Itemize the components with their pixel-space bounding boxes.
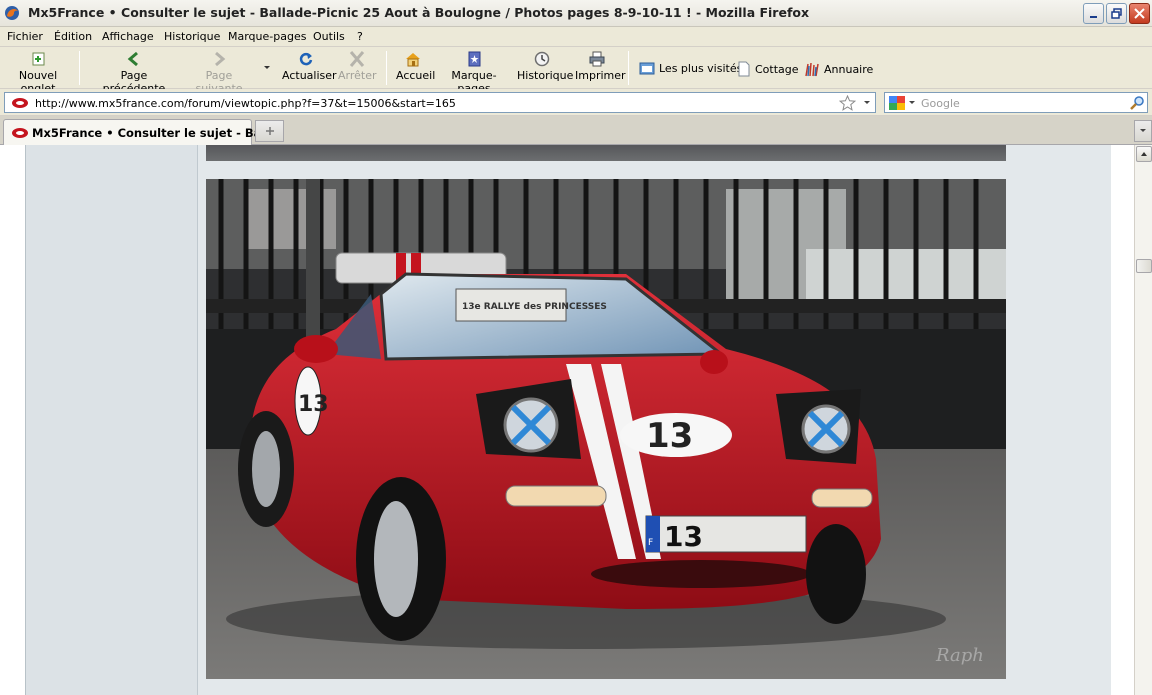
history-dropdown[interactable]: [262, 61, 272, 74]
folder-icon: [639, 62, 655, 75]
chevron-down-icon: [1140, 129, 1146, 132]
search-placeholder: Google: [921, 97, 960, 110]
menu-outils[interactable]: Outils: [313, 30, 345, 43]
menu-historique[interactable]: Historique: [164, 30, 220, 43]
reload-icon: [299, 52, 313, 66]
print-button[interactable]: Imprimer: [575, 51, 626, 82]
url-text: http://www.mx5france.com/forum/viewtopic…: [35, 97, 456, 110]
search-field[interactable]: Google: [884, 92, 1148, 113]
firefox-icon: [5, 6, 19, 20]
restore-icon: [1111, 8, 1122, 19]
tab-mx5france[interactable]: Mx5France • Consulter le sujet - Ball...: [3, 119, 282, 145]
tab-strip: Mx5France • Consulter le sujet - Ball...: [0, 116, 1152, 145]
door-race-number: 13: [298, 392, 329, 417]
menu-affichage[interactable]: Affichage: [102, 30, 154, 43]
restore-button[interactable]: [1106, 3, 1127, 24]
car-photo: Raph 13 13 13 F 13e RALLYE des PRINCESSE…: [206, 179, 1006, 679]
stop-icon: [349, 51, 365, 67]
printer-icon: [589, 51, 605, 67]
minimize-icon: [1089, 15, 1097, 18]
scroll-up-button[interactable]: [1136, 146, 1152, 162]
plate-number: 13: [664, 520, 703, 553]
google-icon[interactable]: [889, 96, 905, 110]
menu-fichier[interactable]: Fichier: [7, 30, 43, 43]
page-content: Raph 13 13 13 F 13e RALLYE des PRINCESSE…: [0, 145, 1134, 695]
close-icon: [1134, 8, 1145, 19]
windshield-sticker: 13e RALLYE des PRINCESSES: [462, 302, 607, 312]
url-field[interactable]: http://www.mx5france.com/forum/viewtopic…: [4, 92, 876, 113]
stop-button[interactable]: Arrêter: [338, 51, 377, 82]
chevron-down-icon[interactable]: [908, 100, 916, 106]
title-bar: Mx5France • Consulter le sujet - Ballade…: [0, 0, 1152, 27]
bookmarks-icon: [468, 51, 481, 67]
forward-arrow-icon: [215, 51, 226, 67]
plus-icon: [265, 127, 274, 135]
home-icon: [406, 53, 420, 67]
bookmark-annuaire[interactable]: Annuaire: [804, 61, 873, 77]
address-bar-row: http://www.mx5france.com/forum/viewtopic…: [0, 89, 1152, 116]
star-icon[interactable]: [839, 95, 856, 111]
page-icon: [738, 61, 750, 77]
site-favicon: [12, 98, 28, 108]
plate-country: F: [648, 538, 653, 548]
window-title: Mx5France • Consulter le sujet - Ballade…: [28, 5, 810, 20]
menu-edition[interactable]: Édition: [54, 30, 92, 43]
vertical-scrollbar[interactable]: [1134, 145, 1152, 695]
site-favicon: [12, 128, 28, 138]
chevron-up-icon: [1141, 152, 1147, 156]
clock-icon: [534, 51, 550, 67]
previous-photo-bottom: [206, 145, 1006, 161]
chevron-down-icon[interactable]: [863, 100, 871, 106]
minimize-button[interactable]: [1083, 3, 1104, 24]
close-button[interactable]: [1129, 3, 1150, 24]
navigation-toolbar: Nouvel onglet Page précédente Page suiva…: [0, 47, 1152, 95]
tab-list-button[interactable]: [1134, 120, 1152, 142]
bookmark-cottage[interactable]: Cottage: [737, 61, 799, 77]
annuaire-icon: [805, 62, 819, 77]
scroll-thumb[interactable]: [1136, 259, 1152, 273]
hood-race-number: 13: [646, 416, 693, 456]
back-arrow-icon: [127, 51, 138, 67]
menu-marque-pages[interactable]: Marque-pages: [228, 30, 306, 43]
menu-bar: Fichier Édition Affichage Historique Mar…: [0, 27, 1152, 47]
bookmark-most-visited[interactable]: Les plus visités: [639, 61, 742, 75]
chevron-down-icon: [264, 66, 270, 69]
reload-button[interactable]: Actualiser: [282, 51, 337, 82]
tab-label: Mx5France • Consulter le sujet - Ball...: [32, 126, 283, 140]
new-tab-icon: [32, 52, 45, 66]
history-button[interactable]: Historique: [517, 51, 573, 82]
car-image: Raph 13 13 13 F 13e RALLYE des PRINCESSE…: [206, 179, 1006, 679]
search-icon[interactable]: [1129, 95, 1145, 111]
photo-watermark: Raph: [935, 645, 984, 666]
new-tab-plus-button[interactable]: [255, 120, 284, 142]
home-button[interactable]: Accueil: [396, 51, 435, 82]
menu-help[interactable]: ?: [357, 30, 363, 43]
